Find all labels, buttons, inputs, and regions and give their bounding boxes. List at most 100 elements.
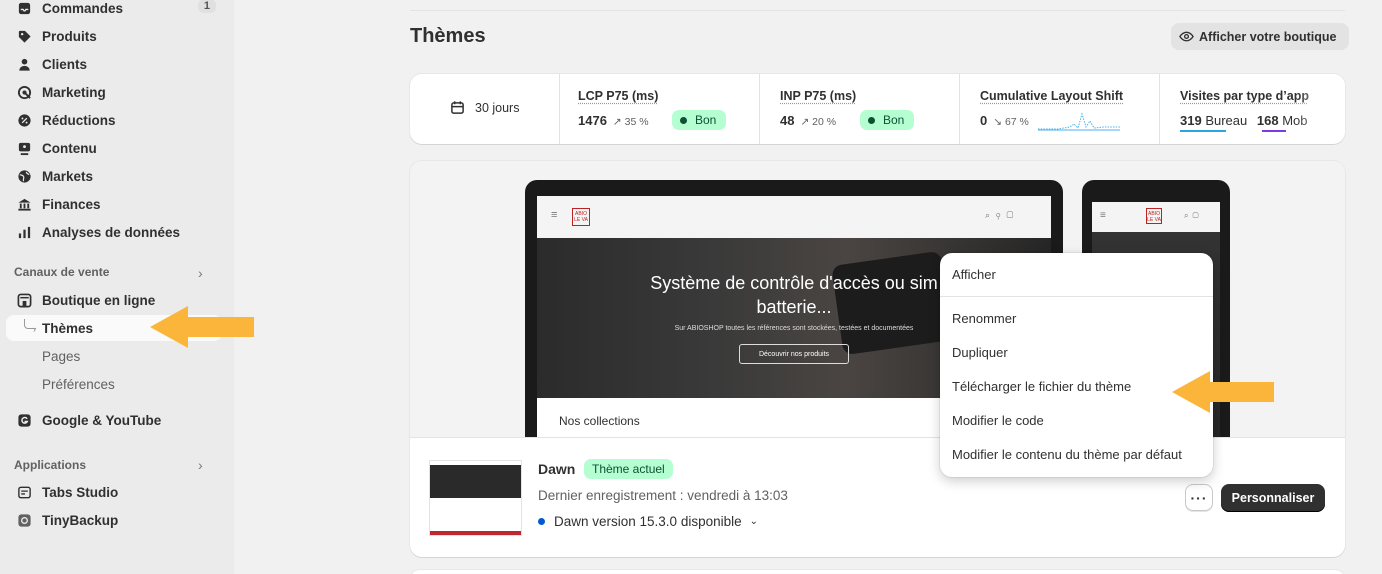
hero-cta: Découvrir nos produits <box>739 344 849 364</box>
customize-button[interactable]: Personnaliser <box>1221 484 1325 512</box>
backup-icon <box>16 512 32 528</box>
sidebar-item-analytics[interactable]: Analyses de données <box>6 219 222 245</box>
sidebar-item-label: Analyses de données <box>42 224 181 240</box>
hamburger-icon: ≡ <box>551 209 558 221</box>
divider <box>410 10 1345 11</box>
metric-delta: ↘ 67 % <box>993 116 1029 128</box>
metric-title: INP P75 (ms) <box>780 89 857 103</box>
metric-title: LCP P75 (ms) <box>578 89 659 103</box>
sidebar-item-label: Markets <box>42 168 94 184</box>
person-icon <box>16 56 32 72</box>
header-icons: ⌕▢ <box>1184 211 1203 220</box>
collections-heading: Nos collections <box>559 414 640 428</box>
preview-header: ≡ ABIO LE VA ⌕▢ <box>1092 202 1220 232</box>
tree-arrow: › <box>33 324 36 334</box>
metric-title: Cumulative Layout Shift <box>980 89 1124 103</box>
desktop-visits-label: Bureau <box>1205 113 1248 128</box>
orders-count-badge: 1 <box>197 0 216 13</box>
bank-icon <box>16 196 32 212</box>
web-performance-metrics: 30 jours LCP P75 (ms) 1476 ↗ 35 % Bon INP… <box>410 74 1345 144</box>
next-card <box>410 570 1345 574</box>
view-store-label: Afficher votre boutique <box>1199 29 1337 44</box>
menu-item-rename[interactable]: Renommer <box>952 311 1016 326</box>
metric-delta: ↗ 35 % <box>612 116 649 128</box>
more-actions-button[interactable]: ··· <box>1185 484 1213 511</box>
menu-item-edit-default-content[interactable]: Modifier le contenu du thème par défaut <box>952 447 1182 462</box>
sidebar-subitem-preferences[interactable]: Préférences <box>6 371 222 397</box>
preview-header: ≡ ABIO LE VA ⌕⚲▢ <box>537 196 1051 238</box>
sidebar-item-products[interactable]: Produits <box>6 23 222 49</box>
metric-delta: ↗ 20 % <box>800 116 837 128</box>
metric-cls[interactable]: Cumulative Layout Shift 0 ↘ 67 % <box>960 74 1160 144</box>
menu-item-download-theme[interactable]: Télécharger le fichier du thème <box>952 379 1131 394</box>
sidebar-item-label: Réductions <box>42 112 116 128</box>
sidebar-item-discounts[interactable]: Réductions <box>6 107 222 133</box>
store-logo: ABIO LE VA <box>1146 208 1162 224</box>
page-title: Thèmes <box>410 25 486 47</box>
sidebar-item-tabs-studio[interactable]: Tabs Studio <box>6 479 222 505</box>
metric-value: 0 <box>980 113 988 128</box>
status-badge: Bon <box>672 110 727 130</box>
eye-icon <box>1179 31 1194 42</box>
current-theme-badge: Thème actuel <box>584 459 673 479</box>
sidebar-item-label: Boutique en ligne <box>42 292 156 308</box>
store-logo: ABIO LE VA <box>572 208 590 226</box>
google-icon <box>16 412 32 428</box>
sidebar-item-label: Google & YouTube <box>42 412 162 428</box>
status-label: Bon <box>883 113 905 127</box>
sidebar-item-orders[interactable]: Commandes 1 <box>6 0 222 21</box>
globe-icon <box>16 168 32 184</box>
last-saved: Dernier enregistrement : vendredi à 13:0… <box>538 488 788 503</box>
sidebar-item-content[interactable]: Contenu <box>6 135 222 161</box>
sidebar-item-marketing[interactable]: Marketing <box>6 79 222 105</box>
sidebar-item-label: Thèmes <box>42 320 94 336</box>
sidebar: Commandes 1 Produits Clients Marketing R… <box>0 0 234 574</box>
metric-visits-by-device[interactable]: Visites par type d’app 319 Bureau 168 Mo… <box>1160 74 1345 144</box>
metric-value: 1476 <box>578 113 607 128</box>
period-label: 30 jours <box>475 100 520 115</box>
sidebar-item-label: Finances <box>42 196 101 212</box>
period-selector[interactable]: 30 jours <box>410 74 560 144</box>
sidebar-item-label: Pages <box>42 348 81 364</box>
hamburger-icon: ≡ <box>1100 210 1106 221</box>
divider <box>940 296 1213 297</box>
annotation-arrow-left-icon <box>1172 371 1274 413</box>
content-icon <box>16 140 32 156</box>
chevron-right-icon[interactable]: › <box>198 457 203 473</box>
sidebar-item-label: Clients <box>42 56 88 72</box>
sidebar-item-tinybackup[interactable]: TinyBackup <box>6 507 222 533</box>
view-store-button[interactable]: Afficher votre boutique <box>1171 23 1349 50</box>
bar-chart-icon <box>16 224 32 240</box>
calendar-icon <box>451 101 464 114</box>
theme-name: Dawn <box>538 461 576 477</box>
sidebar-item-label: Commandes <box>42 0 124 16</box>
metric-lcp[interactable]: LCP P75 (ms) 1476 ↗ 35 % Bon <box>558 74 760 144</box>
chevron-right-icon[interactable]: › <box>198 265 203 281</box>
sidebar-item-label: Contenu <box>42 140 97 156</box>
sidebar-item-google-youtube[interactable]: Google & YouTube <box>6 407 222 433</box>
desktop-visits-value: 319 <box>1180 113 1202 128</box>
annotation-arrow-left-icon <box>150 306 254 348</box>
metric-value: 48 <box>780 113 795 128</box>
menu-item-edit-code[interactable]: Modifier le code <box>952 413 1044 428</box>
version-available[interactable]: Dawn version 15.3.0 disponible ⌄ <box>538 514 758 529</box>
tabs-icon <box>16 484 32 500</box>
version-label: Dawn version 15.3.0 disponible <box>554 514 742 529</box>
sparkline <box>1038 112 1120 131</box>
sidebar-item-clients[interactable]: Clients <box>6 51 222 77</box>
sidebar-item-finances[interactable]: Finances <box>6 191 222 217</box>
status-label: Bon <box>695 113 717 127</box>
status-badge: Bon <box>860 110 915 130</box>
sidebar-item-markets[interactable]: Markets <box>6 163 222 189</box>
sidebar-item-label: Marketing <box>42 84 106 100</box>
mobile-legend-bar <box>1262 130 1286 132</box>
menu-item-duplicate[interactable]: Dupliquer <box>952 345 1008 360</box>
sidebar-item-label: Préférences <box>42 376 115 392</box>
sidebar-item-label: Tabs Studio <box>42 484 119 500</box>
storefront-icon <box>16 292 32 308</box>
menu-item-view[interactable]: Afficher <box>952 267 996 282</box>
metric-inp[interactable]: INP P75 (ms) 48 ↗ 20 % Bon <box>760 74 960 144</box>
sidebar-item-label: TinyBackup <box>42 512 119 528</box>
apps-heading: Applications <box>14 458 87 472</box>
mobile-visits-value: 168 <box>1256 113 1279 128</box>
